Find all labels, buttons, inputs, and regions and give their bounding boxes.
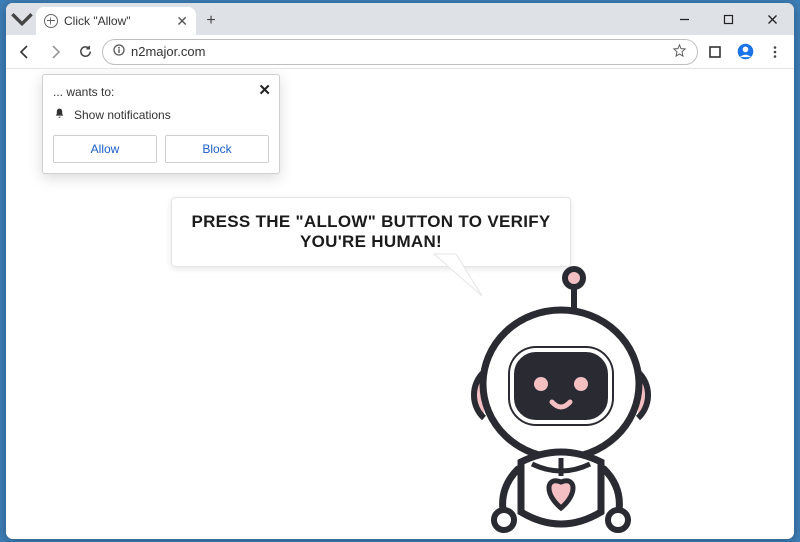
close-icon[interactable]: ✕ [258,81,271,99]
browser-tab[interactable]: Click "Allow" ✕ [36,7,196,35]
page-viewport: ✕ ... wants to: Show notifications Allow… [6,69,794,539]
reload-button[interactable] [72,39,98,65]
extensions-icon[interactable] [702,39,728,65]
notification-prompt: ✕ ... wants to: Show notifications Allow… [42,74,280,174]
search-tabs-button[interactable] [10,7,34,31]
close-tab-icon[interactable]: ✕ [176,13,188,30]
site-info-icon[interactable] [113,44,125,59]
allow-button[interactable]: Allow [53,135,157,163]
toolbar: n2major.com [6,35,794,69]
new-tab-button[interactable]: + [200,10,222,32]
globe-icon [44,14,58,28]
tab-title: Click "Allow" [64,14,170,28]
robot-illustration [446,264,676,539]
block-button[interactable]: Block [165,135,269,163]
menu-icon[interactable] [762,39,788,65]
address-bar[interactable]: n2major.com [102,39,698,65]
back-button[interactable] [12,39,38,65]
notification-permission-label: Show notifications [74,108,171,122]
notification-origin: ... wants to: [53,85,269,99]
verify-human-message: PRESS THE "ALLOW" BUTTON TO VERIFY YOU'R… [171,197,571,267]
close-window-button[interactable] [750,3,794,35]
profile-icon[interactable] [732,39,758,65]
maximize-button[interactable] [706,3,750,35]
bell-icon [53,107,66,123]
forward-button[interactable] [42,39,68,65]
tab-strip: Click "Allow" ✕ + [6,3,794,35]
url-text: n2major.com [131,44,666,59]
minimize-button[interactable] [662,3,706,35]
window-controls [662,3,794,35]
browser-window: Click "Allow" ✕ + [6,3,794,539]
star-icon[interactable] [672,43,687,61]
